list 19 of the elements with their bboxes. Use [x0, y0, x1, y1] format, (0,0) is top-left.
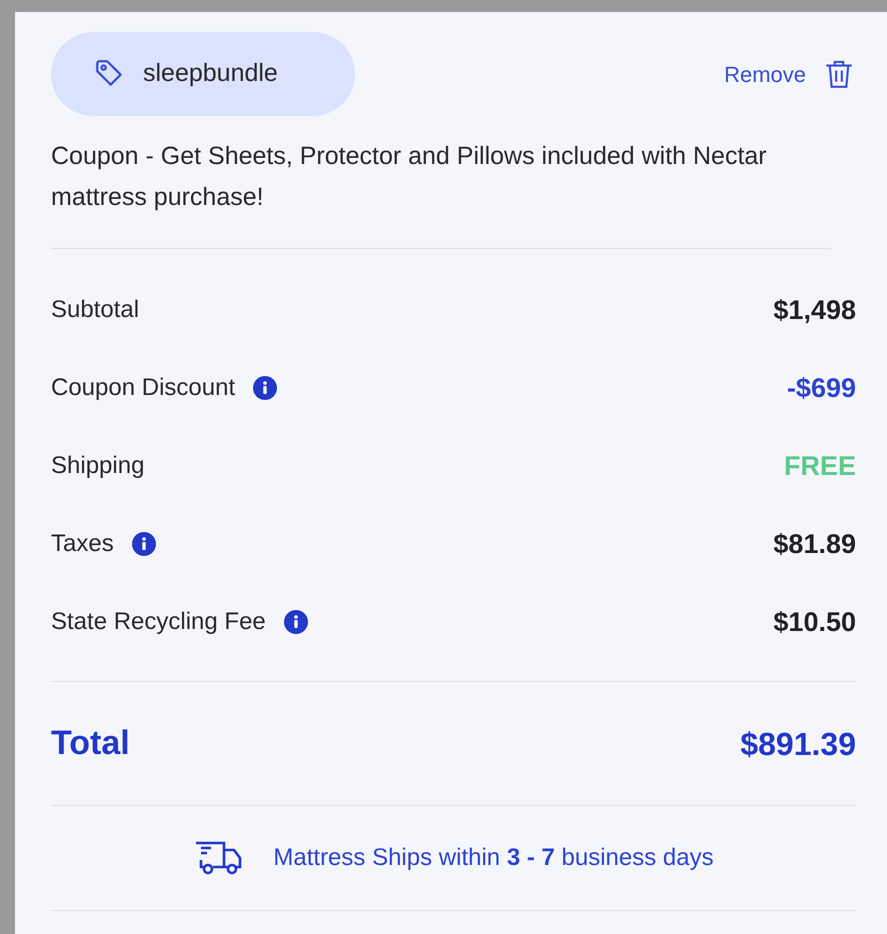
line-value: FREE	[784, 450, 856, 483]
line-value: $1,498	[773, 294, 856, 327]
line-value: $10.50	[773, 606, 856, 639]
shipping-note: Mattress Ships within 3 - 7 business days	[273, 843, 714, 873]
info-icon[interactable]	[132, 532, 156, 556]
line-value: $81.89	[773, 528, 856, 561]
line-label: Subtotal	[51, 295, 140, 325]
info-icon[interactable]	[284, 610, 308, 634]
line-value: -$699	[786, 372, 856, 405]
line-label: Coupon Discount	[51, 373, 236, 403]
info-icon[interactable]	[253, 376, 278, 400]
line-label: State Recycling Fee	[51, 607, 266, 637]
total-value: $891.39	[740, 724, 856, 764]
coupon-description: Coupon - Get Sheets, Protector and Pillows included with Nectar mattress purchase!	[51, 136, 831, 249]
coupon-code: sleepbundle	[143, 58, 278, 90]
line-label: Taxes	[51, 529, 114, 559]
line-label: Shipping	[51, 451, 144, 481]
remove-button[interactable]: Remove	[724, 57, 856, 91]
total-label: Total	[51, 723, 130, 764]
